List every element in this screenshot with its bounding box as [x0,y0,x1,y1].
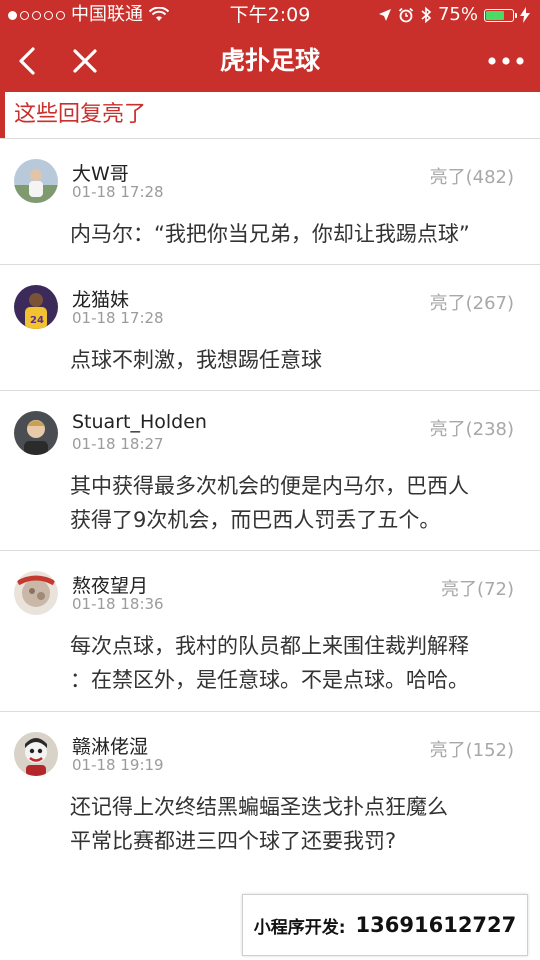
comment-item[interactable]: 赣淋佬湿 01-18 19:19 亮了(152) 还记得上次终结黑蝙蝠圣迭戈扑点… [0,712,540,882]
promo-label: 小程序开发: [253,917,346,938]
location-icon [378,9,391,21]
comment-line: 获得了9次机会，而巴西人罚丢了五个。 [70,508,441,532]
comment-item[interactable]: 大W哥 01-18 17:28 亮了(482) 内马尔：“我把你当兄弟，你却让我… [0,139,540,265]
section-accent-bar [0,92,5,138]
charging-icon [520,7,530,23]
like-button[interactable]: 亮了(482) [430,163,514,189]
comment-line: ：在禁区外，是任意球。不是点球。哈哈。 [70,668,469,692]
comment-line: 点球不刺激，我想踢任意球 [70,348,322,372]
comment-text: 还记得上次终结黑蝙蝠圣迭戈扑点狂魔么 平常比赛都进三四个球了还要我罚? [70,790,516,858]
battery-percent: 75% [437,4,478,25]
avatar[interactable]: 24 [14,285,58,329]
promo-badge: 小程序开发: 13691612727 [242,894,528,956]
comment-time: 01-18 19:19 [72,756,164,774]
more-icon[interactable] [486,44,526,78]
comment-line: 还记得上次终结黑蝙蝠圣迭戈扑点狂魔么 [70,795,448,819]
battery-icon [484,8,517,22]
comment-text: 其中获得最多次机会的便是内马尔，巴西人 获得了9次机会，而巴西人罚丢了五个。 [70,469,516,537]
comment-time: 01-18 17:28 [72,183,164,201]
comment-username[interactable]: 龙猫妹 [72,285,129,312]
like-button[interactable]: 亮了(267) [430,289,514,315]
comment-line: 内马尔：“我把你当兄弟，你却让我踢点球” [70,222,470,246]
avatar[interactable] [14,159,58,203]
bluetooth-icon [421,6,432,24]
comment-line: 其中获得最多次机会的便是内马尔，巴西人 [70,474,469,498]
comment-username[interactable]: 大W哥 [72,159,129,186]
comment-time: 01-18 18:36 [72,595,164,613]
page-title: 虎扑足球 [219,46,320,75]
avatar[interactable] [14,732,58,776]
comment-item[interactable]: 熬夜望月 01-18 18:36 亮了(72) 每次点球，我村的队员都上来围住裁… [0,551,540,712]
promo-phone: 13691612727 [355,913,517,937]
like-button[interactable]: 亮了(152) [430,736,514,762]
comment-line: 每次点球，我村的队员都上来围住裁判解释 [70,634,469,658]
alarm-icon [398,7,414,23]
comment-text: 每次点球，我村的队员都上来围住裁判解释 ：在禁区外，是任意球。不是点球。哈哈。 [70,629,516,697]
comment-text: 内马尔：“我把你当兄弟，你却让我踢点球” [70,217,516,251]
comment-username[interactable]: Stuart_Holden [72,411,207,433]
status-bar: 中国联通 下午2:09 75% [0,0,540,30]
like-button[interactable]: 亮了(72) [441,575,514,601]
section-title: 这些回复亮了 [14,102,147,127]
comment-item[interactable]: 24 龙猫妹 01-18 17:28 亮了(267) 点球不刺激，我想踢任意球 [0,265,540,391]
comment-username[interactable]: 赣淋佬湿 [72,732,148,759]
comment-text: 点球不刺激，我想踢任意球 [70,343,516,377]
status-right: 75% [378,0,530,30]
comment-item[interactable]: Stuart_Holden 01-18 18:27 亮了(238) 其中获得最多… [0,391,540,551]
svg-text:24: 24 [30,315,44,326]
avatar[interactable] [14,411,58,455]
avatar[interactable] [14,571,58,615]
comment-time: 01-18 17:28 [72,309,164,327]
nav-bar: 虎扑足球 [0,30,540,92]
section-header: 这些回复亮了 [0,92,540,139]
comment-list: 大W哥 01-18 17:28 亮了(482) 内马尔：“我把你当兄弟，你却让我… [0,139,540,882]
comment-time: 01-18 18:27 [72,435,164,453]
like-button[interactable]: 亮了(238) [430,415,514,441]
comment-line: 平常比赛都进三四个球了还要我罚? [70,829,397,853]
comment-username[interactable]: 熬夜望月 [72,571,148,598]
